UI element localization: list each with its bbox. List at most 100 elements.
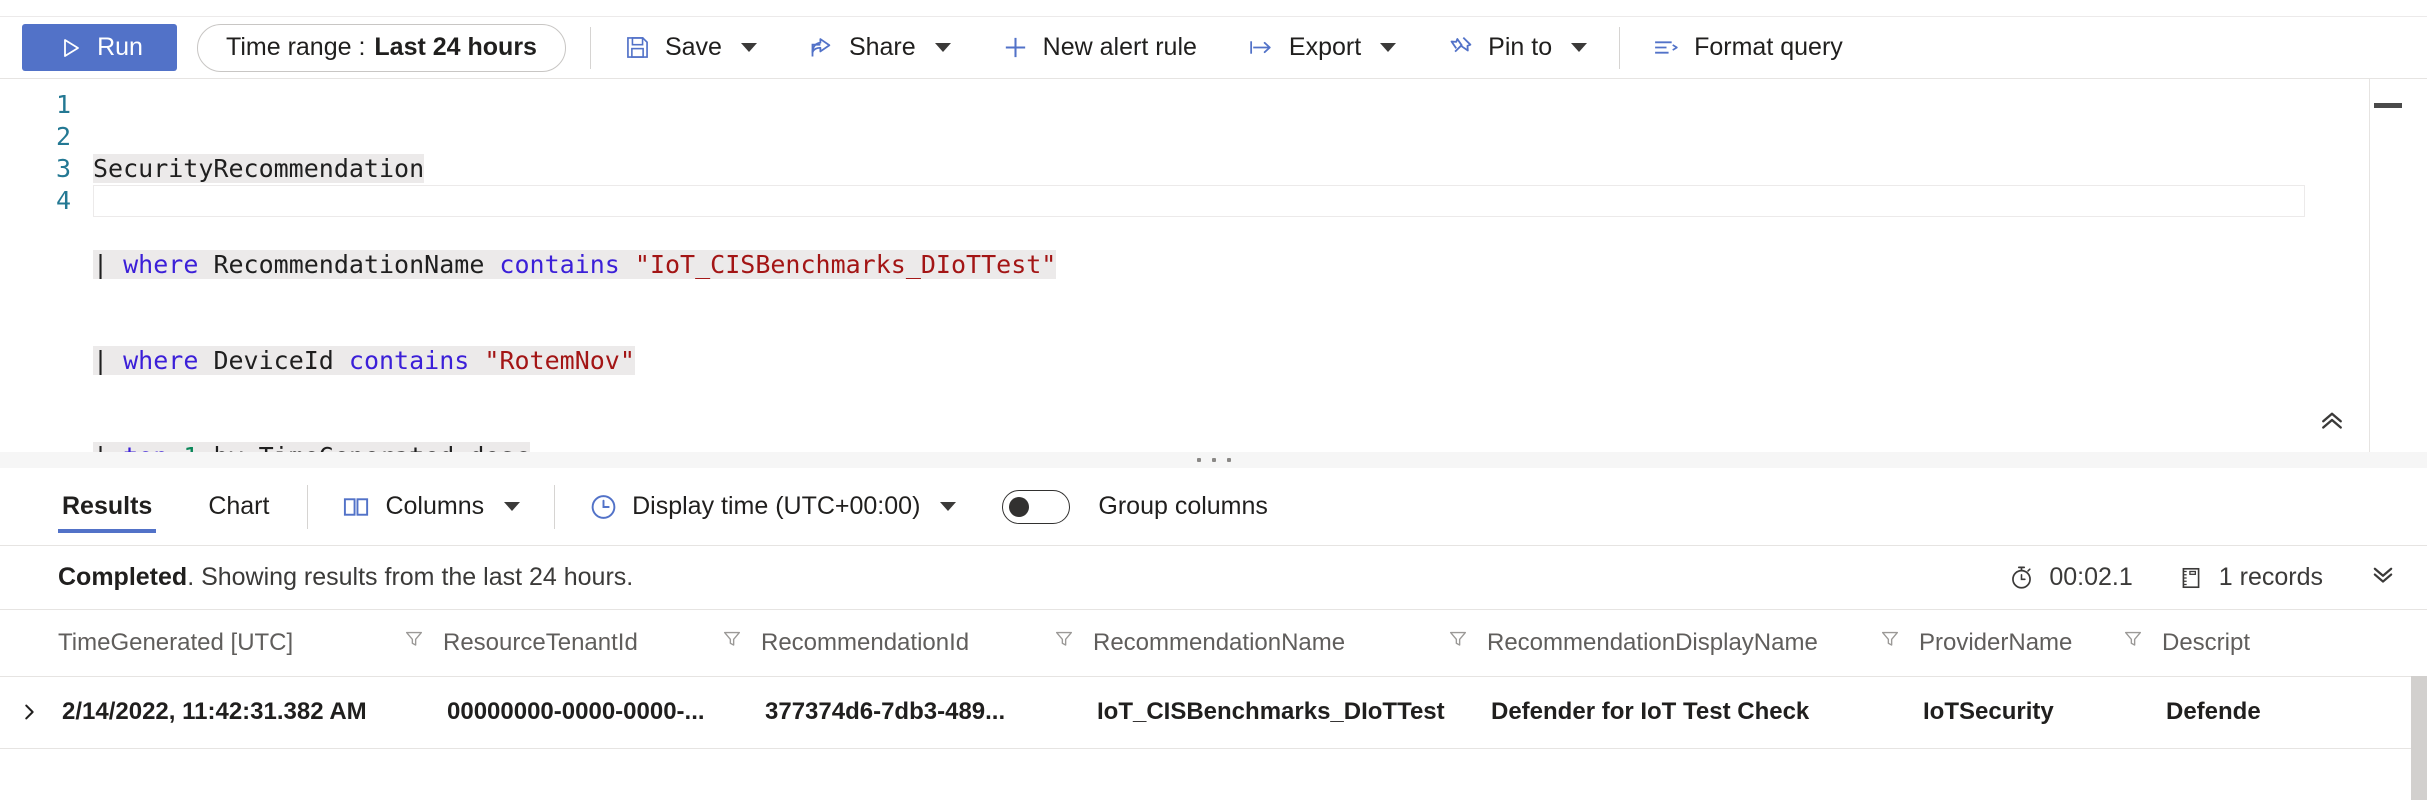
- toggle-knob: [1009, 496, 1030, 517]
- tab-results-label: Results: [62, 492, 153, 520]
- line-number: 3: [55, 154, 71, 183]
- line-number: 1: [55, 90, 71, 119]
- column-header-recommendationid[interactable]: RecommendationId: [761, 610, 1093, 677]
- cell-value: Defender for IoT Test Check: [1491, 698, 1810, 725]
- format-query-label: Format query: [1694, 33, 1843, 61]
- column-header-label: RecommendationName: [1093, 628, 1346, 656]
- column-header-providername[interactable]: ProviderName: [1919, 610, 2162, 677]
- code-operator: contains: [499, 250, 620, 279]
- new-alert-rule-label: New alert rule: [1042, 33, 1197, 61]
- group-columns-label: Group columns: [1098, 492, 1268, 520]
- collapse-editor-button[interactable]: [2315, 405, 2349, 440]
- column-header-recommendationname[interactable]: RecommendationName: [1093, 610, 1487, 677]
- filter-icon[interactable]: [2122, 628, 2144, 657]
- column-header-label: ProviderName: [1919, 628, 2073, 656]
- column-header-label: RecommendationDisplayName: [1487, 628, 1818, 656]
- cell-value: Defende: [2166, 698, 2261, 725]
- run-button[interactable]: Run: [22, 24, 177, 71]
- column-header-label: Descript: [2162, 628, 2251, 656]
- query-toolbar: Run Time range : Last 24 hours Save Shar…: [0, 16, 2427, 78]
- new-alert-rule-button[interactable]: New alert rule: [993, 27, 1205, 68]
- chevron-down-icon: [940, 502, 957, 511]
- save-button[interactable]: Save: [615, 27, 765, 68]
- table-header-row: TimeGenerated [UTC] ResourceTenantId Rec…: [0, 610, 2427, 677]
- filter-icon[interactable]: [1447, 628, 1469, 657]
- format-query-icon: [1652, 33, 1681, 62]
- export-button[interactable]: Export: [1239, 27, 1404, 68]
- save-icon: [623, 33, 652, 62]
- chevron-down-icon: [1571, 43, 1588, 52]
- editor-code[interactable]: SecurityRecommendation | where Recommend…: [93, 89, 2267, 452]
- column-header-label: ResourceTenantId: [443, 628, 638, 656]
- column-header-description[interactable]: Descript: [2162, 610, 2427, 677]
- stopwatch-icon: [2007, 563, 2036, 592]
- export-label: Export: [1288, 33, 1362, 61]
- tab-results[interactable]: Results: [58, 468, 157, 546]
- code-field: DeviceId: [198, 346, 349, 375]
- status-message: . Showing results from the last 24 hours…: [187, 563, 634, 591]
- cell-timegenerated: 2/14/2022, 11:42:31.382 AM: [58, 676, 443, 749]
- pin-to-button[interactable]: Pin to: [1438, 27, 1595, 68]
- results-vertical-scrollbar[interactable]: [2411, 676, 2427, 800]
- code-keyword: top: [123, 442, 168, 452]
- save-label: Save: [664, 33, 722, 61]
- column-header-label: RecommendationId: [761, 628, 970, 656]
- format-query-button[interactable]: Format query: [1644, 27, 1851, 68]
- record-count-value: 1 records: [2218, 563, 2323, 591]
- columns-button[interactable]: Columns: [342, 492, 521, 521]
- chevron-down-icon: [504, 502, 521, 511]
- cell-recommendationdisplayname: Defender for IoT Test Check: [1487, 676, 1919, 749]
- results-divider-1: [307, 484, 309, 529]
- column-header-timegenerated[interactable]: TimeGenerated [UTC]: [58, 610, 443, 677]
- editor-results-splitter[interactable]: [0, 452, 2427, 468]
- filter-icon[interactable]: [1053, 628, 1075, 657]
- code-number: 1: [183, 442, 198, 452]
- export-icon: [1247, 33, 1276, 62]
- display-time-label: Display time (UTC+00:00): [632, 492, 921, 520]
- results-table: TimeGenerated [UTC] ResourceTenantId Rec…: [0, 610, 2427, 749]
- columns-icon: [342, 492, 371, 521]
- editor-minimap-marker[interactable]: [2374, 103, 2402, 108]
- cell-recommendationname: IoT_CISBenchmarks_DIoTTest: [1093, 676, 1487, 749]
- pin-to-label: Pin to: [1488, 33, 1553, 61]
- results-divider-2: [554, 484, 556, 529]
- toolbar-divider-1: [589, 26, 591, 69]
- query-duration-value: 00:02.1: [2049, 563, 2133, 591]
- column-header-recommendationdisplayname[interactable]: RecommendationDisplayName: [1487, 610, 1919, 677]
- column-header-resourcetenantid[interactable]: ResourceTenantId: [443, 610, 761, 677]
- pin-icon: [1446, 33, 1475, 62]
- cell-description: Defende: [2162, 676, 2427, 749]
- filter-icon[interactable]: [721, 628, 743, 657]
- code-line-1: SecurityRecommendation: [93, 153, 2267, 185]
- filter-icon[interactable]: [403, 628, 425, 657]
- column-header-label: TimeGenerated [UTC]: [58, 628, 294, 656]
- code-pipe: |: [93, 346, 109, 375]
- toolbar-divider-2: [1619, 26, 1621, 69]
- code-line-3: | where DeviceId contains "RotemNov": [93, 345, 2267, 377]
- chevron-down-icon: [934, 43, 951, 52]
- results-table-container[interactable]: TimeGenerated [UTC] ResourceTenantId Rec…: [0, 610, 2427, 807]
- chevron-right-icon[interactable]: [0, 699, 58, 725]
- time-range-picker[interactable]: Time range : Last 24 hours: [197, 23, 566, 72]
- code-string: "IoT_CISBenchmarks_DIoTTest": [634, 250, 1057, 279]
- display-time-button[interactable]: Display time (UTC+00:00): [589, 492, 957, 521]
- code-string: "RotemNov": [484, 346, 635, 375]
- expand-results-button[interactable]: [2367, 560, 2399, 595]
- tab-chart[interactable]: Chart: [204, 468, 273, 546]
- plus-icon: [1001, 33, 1030, 62]
- code-pipe: |: [93, 250, 109, 279]
- query-editor[interactable]: 1 2 3 4 SecurityRecommendation | where R…: [0, 78, 2427, 452]
- line-number: 2: [55, 122, 71, 151]
- query-duration: 00:02.1: [2007, 563, 2133, 592]
- table-row[interactable]: 2/14/2022, 11:42:31.382 AM 00000000-0000…: [0, 676, 2427, 749]
- cell-value: 00000000-0000-0000-...: [447, 698, 705, 725]
- share-button[interactable]: Share: [799, 27, 959, 68]
- group-columns-control[interactable]: Group columns: [1002, 489, 1268, 524]
- group-columns-toggle[interactable]: [1002, 489, 1071, 524]
- row-expand-cell[interactable]: [0, 676, 58, 749]
- editor-line-numbers: 1 2 3 4: [0, 79, 85, 452]
- filter-icon[interactable]: [1879, 628, 1901, 657]
- play-icon: [56, 33, 85, 62]
- cell-value: 377374d6-7db3-489...: [765, 698, 1006, 725]
- record-count: 1 records: [2177, 563, 2323, 592]
